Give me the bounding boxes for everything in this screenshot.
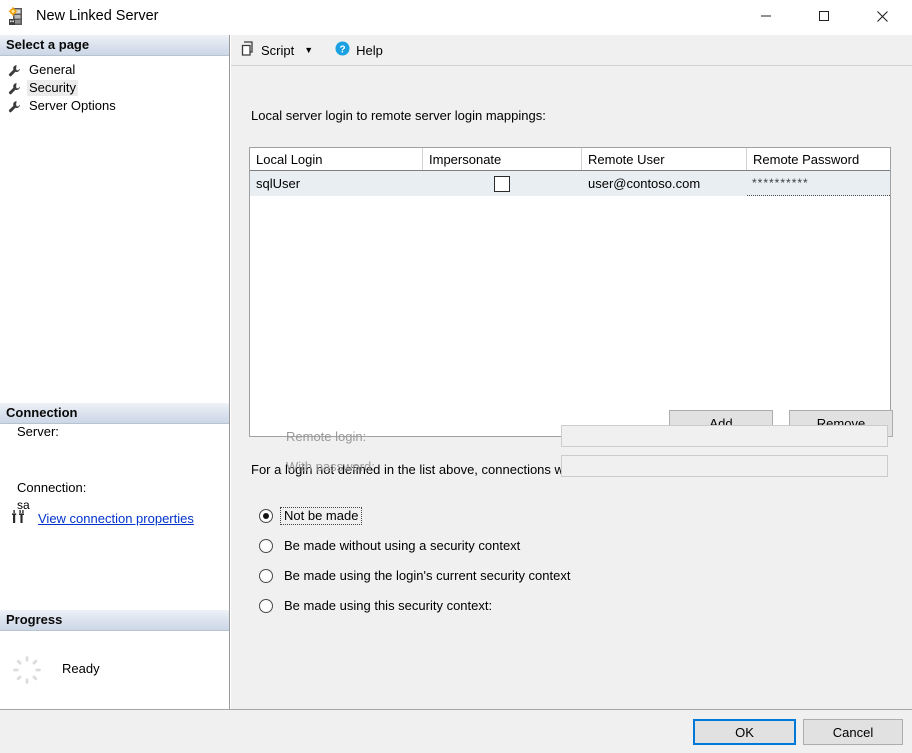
column-header-impersonate[interactable]: Impersonate bbox=[423, 148, 582, 171]
cell-impersonate[interactable] bbox=[423, 171, 582, 196]
wrench-icon bbox=[8, 64, 21, 77]
cancel-button-label: Cancel bbox=[833, 725, 873, 740]
script-label: Script bbox=[261, 43, 294, 58]
sidebar-item-label: Security bbox=[27, 80, 78, 96]
sidebar-item-label: Server Options bbox=[27, 98, 118, 114]
help-icon: ? bbox=[335, 41, 350, 59]
minimize-button[interactable] bbox=[743, 0, 789, 32]
mappings-label: Local server login to remote server logi… bbox=[251, 108, 546, 123]
cell-remote-password[interactable]: ********** bbox=[747, 171, 892, 196]
login-mappings-grid[interactable]: Local Login Impersonate Remote User Remo… bbox=[249, 147, 891, 437]
table-row[interactable]: sqlUser user@contoso.com ********** bbox=[250, 171, 891, 196]
remote-login-input[interactable] bbox=[561, 425, 888, 447]
column-header-remote-user[interactable]: Remote User bbox=[582, 148, 747, 171]
radio-button-icon[interactable] bbox=[259, 599, 273, 613]
view-connection-properties-label: View connection properties bbox=[38, 511, 194, 526]
radio-label: Not be made bbox=[281, 508, 361, 524]
with-password-label: With password: bbox=[286, 459, 375, 474]
svg-text:?: ? bbox=[340, 44, 346, 55]
radio-button-icon[interactable] bbox=[259, 569, 273, 583]
wrench-icon bbox=[8, 100, 21, 113]
radio-button-icon[interactable] bbox=[259, 509, 273, 523]
script-button[interactable]: Script ▼ bbox=[237, 39, 317, 61]
wrench-icon bbox=[8, 82, 21, 95]
sidebar-item-server-options[interactable]: Server Options bbox=[8, 97, 118, 115]
ok-button-label: OK bbox=[735, 725, 754, 740]
progress-info: Ready bbox=[0, 631, 229, 681]
maximize-button[interactable] bbox=[801, 0, 847, 32]
ok-button[interactable]: OK bbox=[693, 719, 796, 745]
connection-header: Connection bbox=[0, 403, 229, 424]
cancel-button[interactable]: Cancel bbox=[803, 719, 903, 745]
cell-remote-user[interactable]: user@contoso.com bbox=[582, 171, 747, 196]
title-bar: New Linked Server bbox=[0, 0, 912, 35]
help-button[interactable]: ? Help bbox=[331, 39, 387, 61]
sidebar: Select a page General Security bbox=[0, 35, 230, 709]
impersonate-checkbox[interactable] bbox=[494, 176, 510, 192]
dialog-footer: OK Cancel bbox=[0, 709, 912, 753]
sidebar-item-general[interactable]: General bbox=[8, 61, 77, 79]
grid-header-row: Local Login Impersonate Remote User Remo… bbox=[250, 148, 891, 171]
radio-button-icon[interactable] bbox=[259, 539, 273, 553]
radio-not-be-made[interactable]: Not be made bbox=[259, 506, 361, 526]
sidebar-item-label: General bbox=[27, 62, 77, 78]
help-label: Help bbox=[356, 43, 383, 58]
chevron-down-icon[interactable]: ▼ bbox=[304, 45, 313, 55]
connection-label: Connection: bbox=[17, 480, 86, 495]
new-linked-server-icon bbox=[7, 7, 28, 27]
progress-status: Ready bbox=[62, 661, 100, 676]
remote-login-label: Remote login: bbox=[286, 429, 366, 444]
radio-logins-current-security-context[interactable]: Be made using the login's current securi… bbox=[259, 566, 573, 586]
sidebar-item-security[interactable]: Security bbox=[8, 79, 78, 97]
radio-label: Be made using the login's current securi… bbox=[281, 568, 573, 584]
radio-label: Be made using this security context: bbox=[281, 598, 495, 614]
progress-header: Progress bbox=[0, 610, 229, 631]
progress-spinner-icon bbox=[12, 655, 42, 685]
view-connection-properties-link[interactable]: View connection properties bbox=[12, 510, 194, 527]
server-label: Server: bbox=[17, 424, 59, 439]
column-header-local-login[interactable]: Local Login bbox=[250, 148, 423, 171]
radio-label: Be made without using a security context bbox=[281, 538, 523, 554]
new-linked-server-dialog: New Linked Server Select a page General bbox=[0, 0, 912, 753]
connection-properties-icon bbox=[12, 510, 29, 527]
radio-without-security-context[interactable]: Be made without using a security context bbox=[259, 536, 523, 556]
cell-local-login[interactable]: sqlUser bbox=[250, 171, 423, 196]
with-password-input[interactable] bbox=[561, 455, 888, 477]
main-panel: Script ▼ ? Help Local server login to re… bbox=[231, 35, 912, 709]
close-button[interactable] bbox=[859, 0, 905, 32]
radio-this-security-context[interactable]: Be made using this security context: bbox=[259, 596, 495, 616]
script-icon bbox=[241, 41, 255, 59]
window-title: New Linked Server bbox=[36, 8, 159, 24]
select-page-header: Select a page bbox=[0, 35, 229, 56]
toolbar: Script ▼ ? Help bbox=[231, 35, 912, 66]
column-header-remote-password[interactable]: Remote Password bbox=[747, 148, 892, 171]
